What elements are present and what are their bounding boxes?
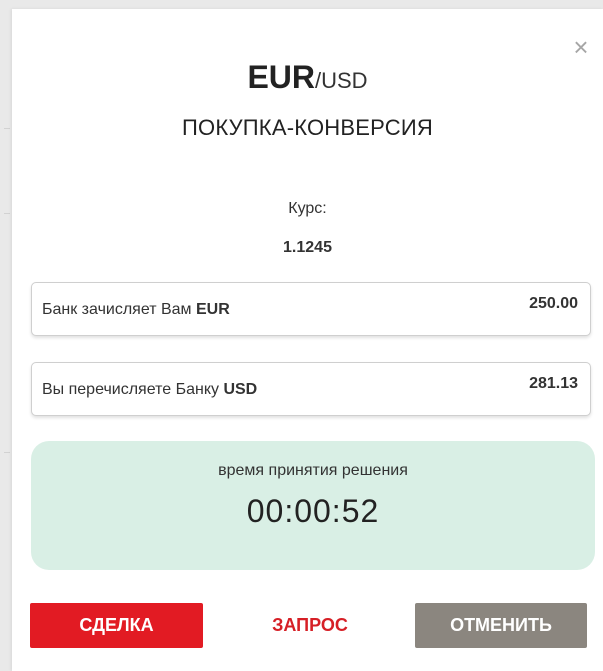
decision-timer: время принятия решения 00:00:52 [31,441,595,570]
conversion-dialog: × EUR/USD ПОКУПКА-КОНВЕРСИЯ Курс: 1.1245… [12,9,603,671]
page: × EUR/USD ПОКУПКА-КОНВЕРСИЯ Курс: 1.1245… [0,0,603,671]
pay-label-text: Вы перечисляете Банку [42,381,224,398]
deal-button[interactable]: СДЕЛКА [30,603,203,648]
pay-amount-field[interactable]: Вы перечисляете Банку USD 281.13 [31,362,591,416]
base-currency: EUR [247,59,315,95]
receive-amount: 250.00 [529,295,578,312]
rate-value: 1.1245 [283,239,332,256]
background-divider [4,452,10,453]
receive-amount-field[interactable]: Банк зачисляет Вам EUR 250.00 [31,282,591,336]
timer-value: 00:00:52 [246,493,380,529]
currency-pair: EUR/USD [12,61,603,93]
background-top [0,0,603,9]
close-icon[interactable]: × [569,34,593,60]
receive-label-text: Банк зачисляет Вам [42,301,196,318]
operation-title: ПОКУПКА-КОНВЕРСИЯ [182,115,433,140]
request-button[interactable]: ЗАПРОС [250,603,370,648]
background-divider [4,128,10,129]
cancel-button[interactable]: ОТМЕНИТЬ [415,603,587,648]
receive-currency: EUR [196,301,230,318]
timer-label: время принятия решения [218,462,408,479]
pay-amount: 281.13 [529,375,578,392]
pay-label: Вы перечисляете Банку USD [42,363,257,417]
background-edge [0,0,12,671]
quote-currency: /USD [315,68,368,93]
rate-label: Курс: [288,200,327,217]
background-divider [4,213,10,214]
receive-label: Банк зачисляет Вам EUR [42,283,230,337]
pay-currency: USD [223,381,258,398]
